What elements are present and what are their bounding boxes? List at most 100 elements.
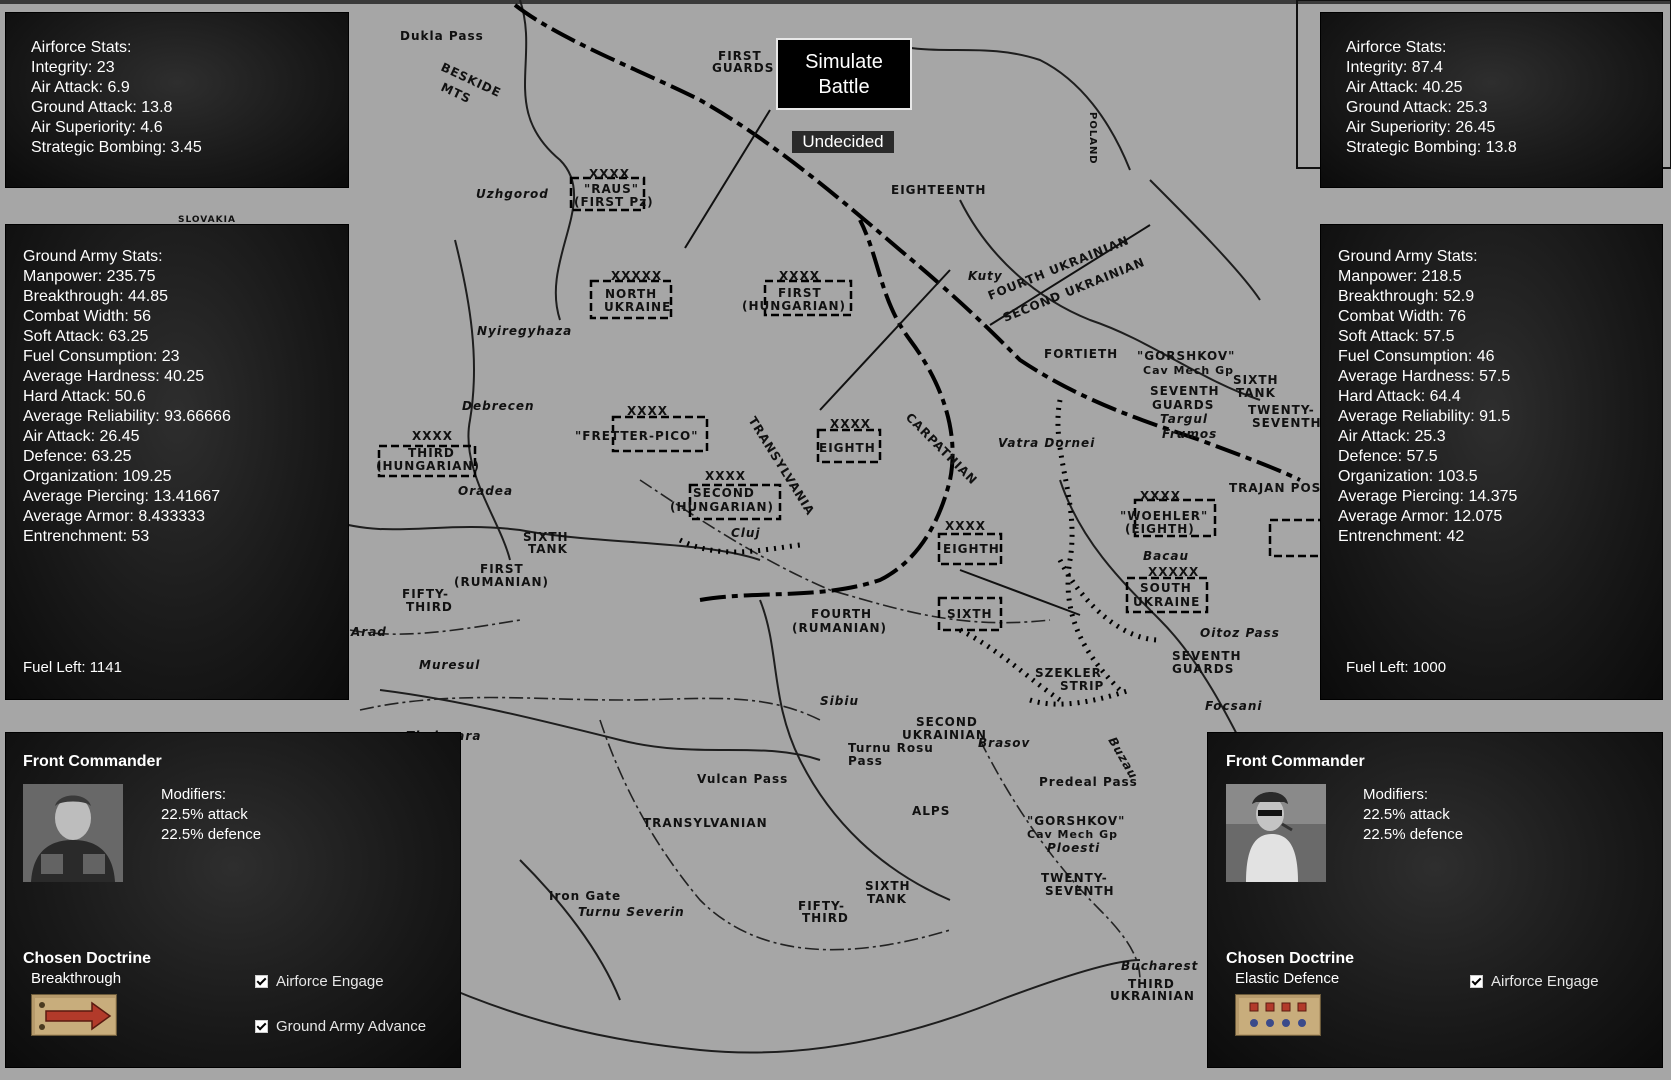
right-fuel-left: Fuel Left: 1000 [1346,659,1447,676]
breakthrough-doctrine-icon[interactable] [31,994,117,1036]
svg-text:Cluj: Cluj [731,526,761,540]
svg-text:Bucharest: Bucharest [1121,959,1199,973]
svg-text:Muresul: Muresul [419,658,480,672]
right-ground-stat: Hard Attack: 64.4 [1338,388,1461,405]
svg-text:FIRST: FIRST [480,562,524,576]
right-airforce-panel: Airforce Stats: Integrity: 87.4 Air Atta… [1320,12,1663,188]
svg-text:FIFTY-: FIFTY- [402,587,449,601]
svg-text:SIXTH: SIXTH [947,607,993,621]
svg-text:Predeal Pass: Predeal Pass [1039,775,1138,789]
svg-text:Targul: Targul [1160,412,1208,426]
checkbox-checked-icon[interactable] [1470,975,1483,988]
svg-text:STRIP: STRIP [1060,679,1104,693]
left-ground-stat: Entrenchment: 53 [23,528,150,545]
svg-text:FORTIETH: FORTIETH [1044,347,1118,361]
svg-text:UKRAINIAN: UKRAINIAN [1110,989,1195,1003]
svg-text:Debrecen: Debrecen [462,399,535,413]
left-ground-stat: Fuel Consumption: 23 [23,348,180,365]
left-ground-title: Ground Army Stats: [23,248,163,265]
svg-text:Oitoz Pass: Oitoz Pass [1200,626,1280,640]
left-airforce-stat: Ground Attack: 13.8 [31,99,173,116]
left-doctrine-title: Chosen Doctrine [23,950,152,967]
svg-text:XXXX: XXXX [705,469,746,483]
left-commander-portrait [23,784,123,882]
svg-text:Cav Mech Gp: Cav Mech Gp [1027,828,1118,841]
left-airforce-title: Airforce Stats: [31,39,132,56]
svg-text:THIRD: THIRD [408,446,455,460]
svg-text:TWENTY-: TWENTY- [1248,403,1315,417]
svg-text:"FRETTER-PICO": "FRETTER-PICO" [575,429,698,443]
svg-text:"GORSHKOV": "GORSHKOV" [1137,349,1235,363]
svg-text:NORTH: NORTH [605,287,657,301]
svg-text:(HUNGARIAN): (HUNGARIAN) [742,299,846,313]
svg-text:SIXTH: SIXTH [865,879,911,893]
right-ground-title: Ground Army Stats: [1338,248,1478,265]
right-ground-stat: Defence: 57.5 [1338,448,1438,465]
right-commander-portrait [1226,784,1326,882]
svg-text:Focsani: Focsani [1205,699,1263,713]
svg-text:SEVENTH: SEVENTH [1172,649,1242,663]
right-airforce-engage-checkbox[interactable]: Airforce Engage [1470,973,1599,990]
svg-text:TANK: TANK [867,892,907,906]
right-airforce-stat: Air Attack: 40.25 [1346,79,1463,96]
svg-text:Sibiu: Sibiu [820,694,859,708]
right-ground-stat: Organization: 103.5 [1338,468,1478,485]
svg-text:TWENTY-: TWENTY- [1041,871,1108,885]
left-ground-stat: Combat Width: 56 [23,308,152,325]
svg-text:EIGHTH: EIGHTH [943,542,1000,556]
svg-text:UKRAINE: UKRAINE [604,300,671,314]
simulate-battle-button[interactable]: Simulate Battle [776,38,912,110]
svg-text:XXXXX: XXXXX [1148,565,1199,579]
right-airforce-stat: Ground Attack: 25.3 [1346,99,1488,116]
svg-text:SEVENTH: SEVENTH [1045,884,1115,898]
checkbox-checked-icon[interactable] [255,1020,268,1033]
svg-text:TRAJAN POS: TRAJAN POS [1229,481,1321,495]
right-ground-army-panel: Ground Army Stats: Manpower: 218.5 Break… [1320,224,1663,700]
right-commander-panel: Front Commander Modifiers: 22.5% attack … [1207,732,1663,1068]
right-airforce-stat: Integrity: 87.4 [1346,59,1443,76]
svg-text:XXXXX: XXXXX [611,269,662,283]
svg-text:"WOEHLER": "WOEHLER" [1120,509,1208,523]
left-ground-stat: Average Piercing: 13.41667 [23,488,221,505]
svg-text:FOURTH: FOURTH [811,607,872,621]
left-ground-stat: Air Attack: 26.45 [23,428,140,445]
svg-text:Arad: Arad [350,625,387,639]
simulate-battle-label: Simulate [805,51,883,73]
svg-text:XXXX: XXXX [945,519,986,533]
right-airforce-title: Airforce Stats: [1346,39,1447,56]
map-label-dukla: Dukla Pass [400,29,484,43]
right-doctrine-name: Elastic Defence [1235,970,1340,987]
right-ground-stat: Entrenchment: 42 [1338,528,1465,545]
left-ground-army-advance-checkbox[interactable]: Ground Army Advance [255,1018,426,1035]
left-option-label: Airforce Engage [276,973,384,990]
svg-text:Brasov: Brasov [978,736,1031,750]
battle-result-badge: Undecided [792,131,894,153]
svg-text:(HUNGARIAN): (HUNGARIAN) [376,459,480,473]
left-airforce-stat: Air Attack: 6.9 [31,79,130,96]
svg-text:EIGHTEENTH: EIGHTEENTH [891,183,986,197]
simulate-battle-label: Battle [818,76,870,98]
svg-text:SZEKLER: SZEKLER [1035,666,1102,680]
elastic-defence-doctrine-icon[interactable] [1235,994,1321,1036]
svg-text:(HUNGARIAN): (HUNGARIAN) [670,500,774,514]
svg-text:TANK: TANK [1236,386,1276,400]
svg-text:Turnu Rosu: Turnu Rosu [848,741,934,755]
svg-text:SOUTH: SOUTH [1140,581,1192,595]
svg-text:XXXX: XXXX [412,429,453,443]
right-ground-stat: Average Hardness: 57.5 [1338,368,1511,385]
right-airforce-stat: Strategic Bombing: 13.8 [1346,139,1517,156]
svg-text:Ploesti: Ploesti [1047,841,1100,855]
svg-text:(RUMANIAN): (RUMANIAN) [792,621,887,635]
svg-text:Vatra Dornei: Vatra Dornei [998,436,1095,450]
left-ground-stat: Soft Attack: 63.25 [23,328,149,345]
svg-text:SECOND: SECOND [916,715,978,729]
svg-text:XXXX: XXXX [627,404,668,418]
svg-text:GUARDS: GUARDS [1152,398,1214,412]
svg-text:Nyiregyhaza: Nyiregyhaza [477,324,572,338]
left-ground-army-panel: Ground Army Stats: Manpower: 235.75 Brea… [5,224,349,700]
right-ground-stat: Manpower: 218.5 [1338,268,1462,285]
checkbox-checked-icon[interactable] [255,975,268,988]
left-airforce-engage-checkbox[interactable]: Airforce Engage [255,973,384,990]
svg-text:"GORSHKOV": "GORSHKOV" [1027,814,1125,828]
svg-text:FIRST: FIRST [778,286,822,300]
